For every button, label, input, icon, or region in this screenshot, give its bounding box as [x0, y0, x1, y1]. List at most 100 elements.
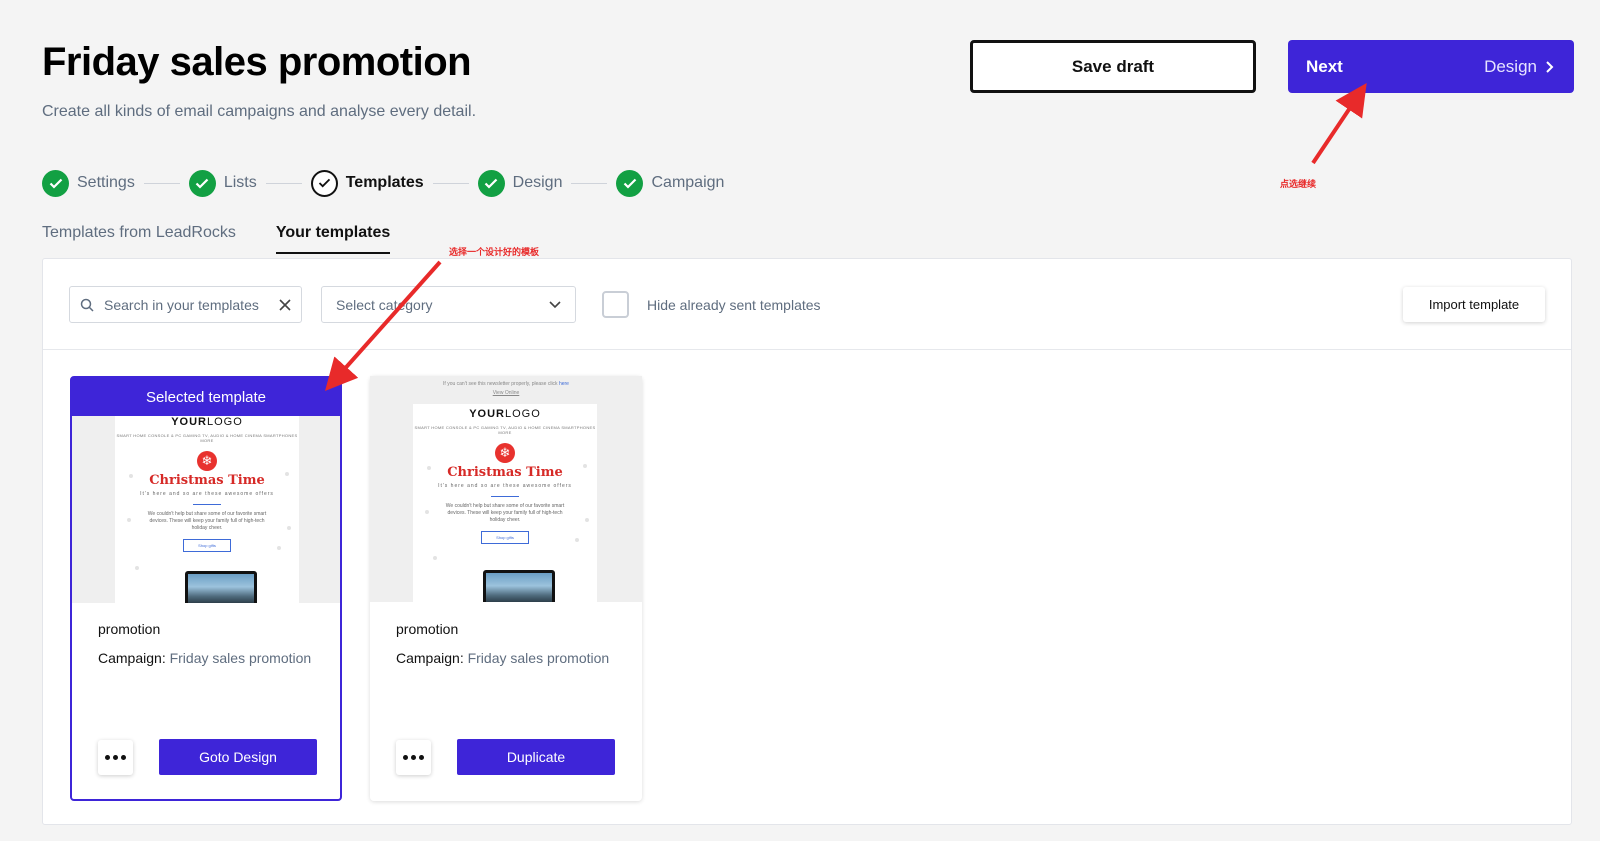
- page-title: Friday sales promotion: [42, 40, 472, 84]
- snow-dot: [135, 566, 139, 570]
- step-templates[interactable]: Templates: [310, 169, 424, 197]
- check-circle-icon: [616, 169, 644, 197]
- more-options-button[interactable]: [396, 740, 431, 775]
- templates-panel: Search in your templates Select category…: [42, 258, 1572, 825]
- email-body: We couldn't help but share some of our f…: [147, 511, 267, 531]
- snow-dot: [575, 538, 579, 542]
- template-thumbnail[interactable]: If you can't see this newsletter properl…: [370, 376, 642, 602]
- email-cta: Shop gifts: [183, 539, 231, 552]
- email-nav: SMART HOME CONSOLE & PC GAMING TV, AUDIO…: [414, 425, 596, 435]
- check-circle-icon: [477, 169, 505, 197]
- snow-dot: [433, 556, 437, 560]
- next-step: Design: [1484, 57, 1554, 77]
- step-label: Settings: [77, 174, 135, 191]
- template-campaign: Campaign: Friday sales promotion: [396, 650, 609, 666]
- template-hint-annotation: 选择一个设计好的模板: [449, 248, 540, 258]
- email-preview: YOURLOGO SMART HOME CONSOLE & PC GAMING …: [115, 416, 299, 603]
- search-placeholder: Search in your templates: [104, 296, 259, 313]
- step-lists[interactable]: Lists: [188, 169, 257, 197]
- logo-rest: LOGO: [504, 408, 541, 420]
- search-icon: [80, 298, 94, 312]
- hide-sent-checkbox[interactable]: [602, 291, 629, 318]
- step-design[interactable]: Design: [477, 169, 563, 197]
- preheader-link: here: [558, 381, 569, 387]
- email-headline: Christmas Time: [149, 473, 265, 488]
- email-headline: Christmas Time: [447, 465, 563, 480]
- progress-stepper: Settings Lists Templates Design Campaign: [42, 169, 724, 197]
- template-tabs: Templates from LeadRocks Your templates: [42, 224, 391, 254]
- check-circle-icon: [188, 169, 216, 197]
- email-body: We couldn't help but share some of our f…: [445, 503, 565, 523]
- step-label: Campaign: [651, 174, 725, 191]
- snow-dot: [129, 474, 133, 478]
- page-subtitle: Create all kinds of email campaigns and …: [42, 103, 477, 120]
- next-button[interactable]: Next Design: [1288, 40, 1574, 93]
- step-settings[interactable]: Settings: [42, 169, 135, 197]
- more-options-button[interactable]: [98, 740, 133, 775]
- goto-design-button[interactable]: Goto Design: [159, 739, 317, 775]
- snow-dot: [585, 518, 589, 522]
- arrow-to-next: [1311, 83, 1367, 165]
- divider: [491, 496, 519, 497]
- snowflake-icon: ❄: [495, 443, 515, 463]
- templates-toolbar: Search in your templates Select category…: [43, 259, 1571, 350]
- step-label: Lists: [223, 174, 257, 191]
- logo-bold: YOUR: [171, 416, 207, 428]
- snow-dot: [425, 510, 429, 514]
- snow-dot: [285, 472, 289, 476]
- email-cta: Shop gifts: [481, 531, 529, 544]
- preheader-text: If you can't see this newsletter properl…: [443, 381, 558, 387]
- email-subheadline: It's here and so are these awesome offer…: [438, 483, 572, 489]
- campaign-value: Friday sales promotion: [467, 650, 610, 666]
- logo-rest: LOGO: [206, 416, 243, 428]
- next-button-label: Next: [1306, 56, 1343, 76]
- snow-dot: [277, 546, 281, 550]
- step-separator: [432, 182, 469, 184]
- logo: YOURLOGO: [413, 408, 597, 420]
- step-label: Templates: [345, 174, 424, 191]
- selected-template-banner: Selected template: [72, 378, 340, 416]
- campaign-label: Campaign:: [396, 650, 464, 666]
- step-separator: [143, 182, 180, 184]
- email-preview: YOURLOGO SMART HOME CONSOLE & PC GAMING …: [413, 404, 597, 602]
- laptop-image: [483, 570, 555, 602]
- step-separator: [265, 182, 302, 184]
- email-subheadline: It's here and so are these awesome offer…: [140, 491, 274, 497]
- search-input[interactable]: Search in your templates: [69, 286, 302, 323]
- category-placeholder: Select category: [336, 296, 433, 313]
- step-campaign[interactable]: Campaign: [616, 169, 725, 197]
- clear-icon[interactable]: [279, 298, 291, 311]
- snowflake-icon: ❄: [197, 451, 217, 471]
- campaign-value: Friday sales promotion: [169, 650, 312, 666]
- logo-bold: YOUR: [469, 408, 505, 420]
- divider: [193, 504, 221, 505]
- view-online-link: View Online: [492, 390, 520, 396]
- category-select[interactable]: Select category: [321, 286, 576, 323]
- snow-dot: [583, 464, 587, 468]
- check-circle-icon: [42, 169, 69, 197]
- snow-dot: [427, 466, 431, 470]
- template-campaign: Campaign: Friday sales promotion: [98, 650, 311, 666]
- laptop-image: [185, 571, 257, 603]
- template-card[interactable]: If you can't see this newsletter properl…: [370, 376, 642, 801]
- template-card[interactable]: Selected template YOURLOGO SMART HOME CO…: [70, 376, 342, 801]
- template-name: promotion: [98, 621, 161, 637]
- next-hint-annotation: 点选继续: [1280, 180, 1317, 190]
- check-circle-outline-icon: [310, 169, 338, 197]
- tab-your-templates[interactable]: Your templates: [275, 224, 391, 254]
- step-label: Design: [512, 174, 563, 191]
- email-preheader: If you can't see this newsletter properl…: [370, 380, 642, 398]
- template-thumbnail[interactable]: YOURLOGO SMART HOME CONSOLE & PC GAMING …: [72, 416, 340, 603]
- tab-templates-from-leadrocks[interactable]: Templates from LeadRocks: [42, 224, 236, 254]
- hide-sent-label[interactable]: Hide already sent templates: [647, 297, 821, 313]
- campaign-label: Campaign:: [98, 650, 166, 666]
- duplicate-button[interactable]: Duplicate: [457, 739, 615, 775]
- step-separator: [571, 182, 608, 184]
- next-step-label: Design: [1484, 56, 1537, 76]
- chevron-right-icon: [1546, 60, 1554, 73]
- snow-dot: [287, 526, 291, 530]
- template-name: promotion: [396, 621, 459, 637]
- save-draft-button[interactable]: Save draft: [970, 40, 1256, 93]
- logo: YOURLOGO: [115, 416, 299, 428]
- import-template-button[interactable]: Import template: [1403, 287, 1545, 322]
